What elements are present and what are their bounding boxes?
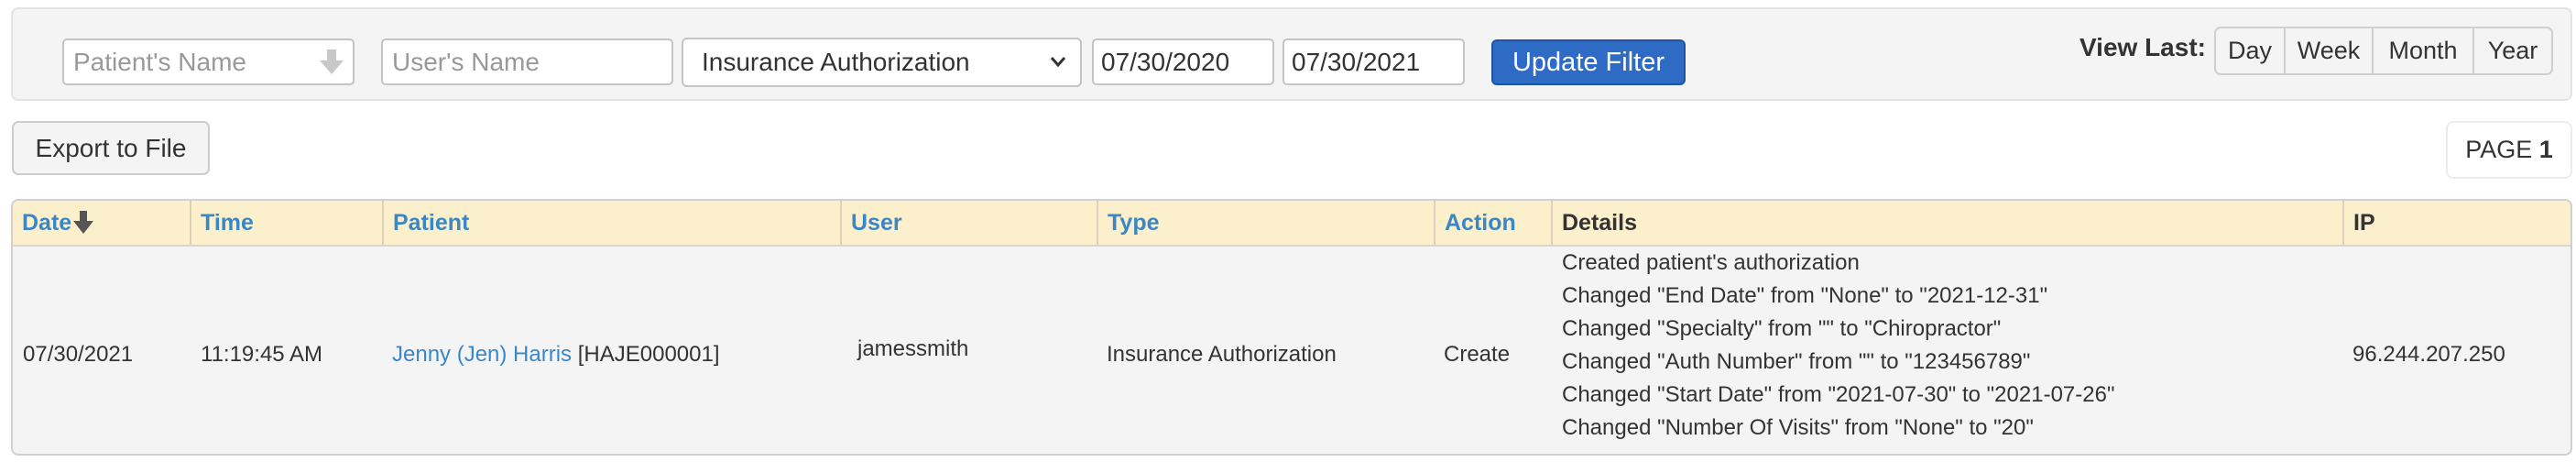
patient-id: [HAJE000001]	[577, 342, 720, 367]
column-header-time[interactable]: Time	[191, 201, 384, 245]
page-number: 1	[2538, 136, 2553, 163]
chevron-down-icon	[1050, 57, 1066, 68]
view-last-day-button[interactable]: Day	[2216, 28, 2286, 73]
view-last-week-button[interactable]: Week	[2286, 28, 2374, 73]
column-header-date-label: Date	[22, 210, 72, 236]
table-header: Date Time Patient User Type Action Detai…	[13, 201, 2571, 247]
column-header-user[interactable]: User	[842, 201, 1098, 245]
details-line: Changed "Auth Number" from "" to "123456…	[1562, 349, 2031, 374]
view-last-button-group: Day Week Month Year	[2214, 27, 2553, 75]
column-header-type[interactable]: Type	[1098, 201, 1435, 245]
view-last-month-button[interactable]: Month	[2374, 28, 2474, 73]
details-line: Changed "Specialty" from "" to "Chiropra…	[1562, 316, 2002, 341]
cell-action: Create	[1444, 342, 1511, 367]
details-line: Changed "Number Of Visits" from "None" t…	[1562, 415, 2034, 440]
type-select-value: Insurance Authorization	[702, 48, 970, 76]
page-indicator: PAGE 1	[2446, 121, 2572, 179]
patient-link[interactable]: Jenny (Jen) Harris	[392, 342, 572, 367]
cell-patient: Jenny (Jen) Harris [HAJE000001]	[392, 342, 720, 368]
audit-log-table: Date Time Patient User Type Action Detai…	[11, 199, 2572, 456]
column-header-patient[interactable]: Patient	[384, 201, 842, 245]
view-last-label: View Last:	[2079, 33, 2206, 61]
type-select[interactable]: Insurance Authorization	[682, 38, 1082, 87]
cell-ip: 96.244.207.250	[2352, 342, 2505, 367]
arrow-down-icon	[320, 50, 344, 74]
user-name-placeholder: User's Name	[392, 48, 540, 76]
date-from-input[interactable]: 07/30/2020	[1092, 38, 1274, 85]
update-filter-button[interactable]: Update Filter	[1491, 39, 1686, 85]
user-name-input[interactable]: User's Name	[381, 38, 673, 85]
table-row: 07/30/2021 11:19:45 AM Jenny (Jen) Harri…	[13, 247, 2571, 454]
sort-descending-icon	[73, 211, 94, 234]
details-line: Changed "End Date" from "None" to "2021-…	[1562, 283, 2048, 308]
table-body: 07/30/2021 11:19:45 AM Jenny (Jen) Harri…	[13, 247, 2571, 454]
cell-date: 07/30/2021	[23, 342, 134, 367]
date-from-value: 07/30/2020	[1101, 48, 1230, 76]
date-to-value: 07/30/2021	[1292, 48, 1421, 76]
column-header-ip: IP	[2353, 210, 2375, 236]
page-label: PAGE	[2465, 136, 2533, 163]
column-header-date[interactable]: Date	[13, 201, 191, 245]
cell-time: 11:19:45 AM	[201, 342, 322, 367]
patient-name-input[interactable]: Patient's Name	[62, 38, 355, 85]
column-header-details: Details	[1553, 201, 2344, 245]
cell-type: Insurance Authorization	[1107, 342, 1337, 367]
cell-user: jamessmith	[857, 336, 969, 361]
details-line: Created patient's authorization	[1562, 250, 1860, 275]
details-line: Changed "Start Date" from "2021-07-30" t…	[1562, 382, 2115, 407]
export-to-file-button[interactable]: Export to File	[12, 121, 210, 175]
date-to-input[interactable]: 07/30/2021	[1283, 38, 1465, 85]
column-header-action[interactable]: Action	[1435, 201, 1553, 245]
patient-name-placeholder: Patient's Name	[73, 48, 246, 76]
view-last-year-button[interactable]: Year	[2474, 28, 2551, 73]
